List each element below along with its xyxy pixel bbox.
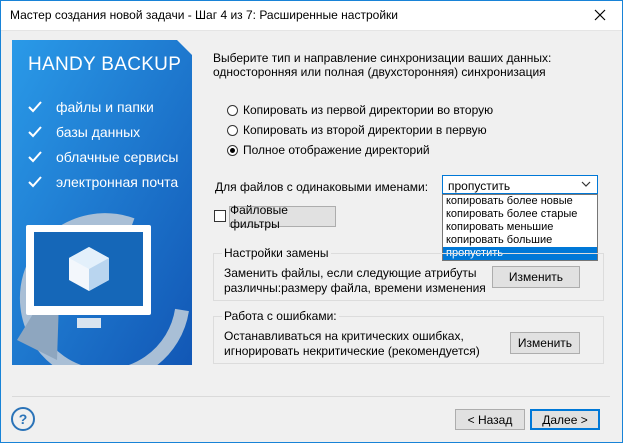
same-names-select[interactable]: пропустить: [442, 175, 598, 194]
file-filters-checkbox[interactable]: [214, 210, 226, 222]
group-text-line: различны:размеру файла, времени изменени…: [224, 281, 486, 295]
file-filters-button[interactable]: Файловые фильтры: [229, 203, 336, 231]
checkmark-icon: [28, 150, 42, 162]
feature-item: файлы и папки: [28, 94, 178, 119]
feature-label: файлы и папки: [56, 98, 154, 115]
sync-direction-group: Копировать из первой директории во втору…: [227, 100, 493, 160]
replace-change-button[interactable]: Изменить: [492, 266, 580, 288]
close-icon: [594, 9, 606, 21]
checkmark-icon: [28, 100, 42, 112]
footer-divider: [12, 396, 610, 397]
radio-button[interactable]: [227, 124, 238, 136]
window-title: Мастер создания новой задачи - Шаг 4 из …: [10, 8, 398, 22]
intro-text: Выберите тип и направление синхронизации…: [213, 51, 552, 79]
back-button[interactable]: < Назад: [455, 409, 525, 430]
dropdown-option[interactable]: копировать меньшие: [443, 221, 597, 234]
radio-label[interactable]: Полное отображение директорий: [243, 143, 430, 157]
group-text-line: игнорировать некритические (рекомендуетс…: [224, 344, 480, 358]
feature-list: файлы и папки базы данных облачные серви…: [28, 94, 178, 194]
radio-label[interactable]: Копировать из второй директории в первую: [243, 123, 487, 137]
feature-label: базы данных: [56, 123, 141, 140]
errors-change-button[interactable]: Изменить: [510, 332, 580, 354]
banner-graphic: [12, 40, 192, 365]
group-text-line: Заменить файлы, если следующие атрибуты: [224, 266, 477, 280]
radio-copy-first-to-second[interactable]: Копировать из первой директории во втору…: [227, 100, 493, 120]
feature-item: базы данных: [28, 119, 178, 144]
radio-button[interactable]: [227, 104, 238, 116]
chevron-down-icon: [581, 181, 591, 187]
radio-copy-second-to-first[interactable]: Копировать из второй директории в первую: [227, 120, 493, 140]
help-icon[interactable]: ?: [11, 407, 35, 431]
dropdown-option[interactable]: копировать более старые: [443, 208, 597, 221]
group-text: Останавливаться на критических ошибках, …: [224, 329, 480, 359]
banner-brand: HANDY BACKUP: [28, 54, 182, 75]
handy-backup-banner: HANDY BACKUP файлы и папки базы данных о…: [12, 40, 192, 365]
radio-button[interactable]: [227, 144, 238, 156]
select-value: пропустить: [448, 179, 511, 193]
dropdown-option[interactable]: копировать более новые: [443, 195, 597, 208]
same-names-label: Для файлов с одинаковыми именами:: [215, 180, 429, 194]
feature-item: облачные сервисы: [28, 144, 178, 169]
feature-label: электронная почта: [56, 173, 179, 190]
same-names-dropdown: копировать более новые копировать более …: [442, 194, 598, 261]
title-bar: Мастер создания новой задачи - Шаг 4 из …: [0, 0, 623, 31]
feature-item: электронная почта: [28, 169, 178, 194]
group-text: Заменить файлы, если следующие атрибуты …: [224, 266, 486, 296]
next-button[interactable]: Далее >: [530, 409, 600, 430]
checkmark-icon: [28, 175, 42, 187]
group-title: Настройки замены: [222, 246, 331, 260]
group-text-line: Останавливаться на критических ошибках,: [224, 329, 464, 343]
radio-label[interactable]: Копировать из первой директории во втору…: [243, 103, 493, 117]
radio-full-mirror[interactable]: Полное отображение директорий: [227, 140, 493, 160]
dropdown-option[interactable]: копировать большие: [443, 234, 597, 247]
feature-label: облачные сервисы: [56, 148, 179, 165]
close-button[interactable]: [577, 0, 623, 30]
checkmark-icon: [28, 125, 42, 137]
group-title: Работа с ошибками:: [222, 309, 339, 323]
